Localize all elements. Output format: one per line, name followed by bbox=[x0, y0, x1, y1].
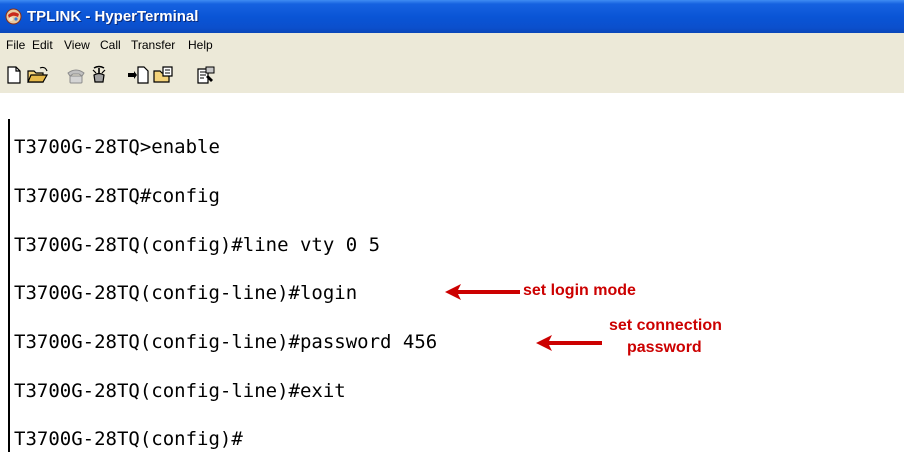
hyperterminal-icon bbox=[5, 8, 22, 25]
phone-call-icon[interactable] bbox=[66, 67, 86, 84]
menu-file[interactable]: File bbox=[6, 38, 25, 53]
menu-help[interactable]: Help bbox=[188, 38, 213, 53]
receive-file-icon[interactable] bbox=[153, 65, 175, 85]
terminal-line-3: T3700G-28TQ(config)#line vty 0 5 bbox=[14, 234, 381, 256]
menu-transfer[interactable]: Transfer bbox=[131, 38, 175, 53]
title-bar[interactable]: TPLINK - HyperTerminal bbox=[0, 0, 904, 33]
arrow-left-icon bbox=[536, 335, 602, 351]
password-annotation-line2: password bbox=[627, 339, 702, 356]
terminal-line-6: T3700G-28TQ(config-line)#exit bbox=[14, 380, 346, 402]
toolbar-gap bbox=[0, 93, 904, 119]
menu-bar: File Edit View Call Transfer Help bbox=[0, 33, 904, 58]
terminal-line-4: T3700G-28TQ(config-line)#login bbox=[14, 282, 358, 304]
terminal-line-5: T3700G-28TQ(config-line)#password 456 bbox=[14, 331, 438, 353]
new-file-icon[interactable] bbox=[6, 66, 22, 84]
password-annotation-line1: set connection bbox=[609, 317, 722, 334]
menu-call[interactable]: Call bbox=[100, 38, 121, 53]
terminal-line-1: T3700G-28TQ>enable bbox=[14, 136, 220, 158]
toolbar bbox=[0, 58, 904, 91]
login-annotation: set login mode bbox=[523, 282, 636, 299]
send-file-icon[interactable] bbox=[127, 66, 149, 84]
properties-icon[interactable] bbox=[196, 65, 216, 85]
terminal-left-edge bbox=[8, 119, 10, 452]
arrow-left-icon bbox=[445, 284, 520, 300]
window-title: TPLINK - HyperTerminal bbox=[27, 8, 199, 25]
terminal-line-2: T3700G-28TQ#config bbox=[14, 185, 220, 207]
menu-view[interactable]: View bbox=[64, 38, 90, 53]
menu-edit[interactable]: Edit bbox=[32, 38, 53, 53]
terminal-line-7: T3700G-28TQ(config)# bbox=[14, 428, 243, 450]
open-folder-icon[interactable] bbox=[27, 66, 49, 84]
disconnect-icon[interactable] bbox=[90, 65, 108, 85]
